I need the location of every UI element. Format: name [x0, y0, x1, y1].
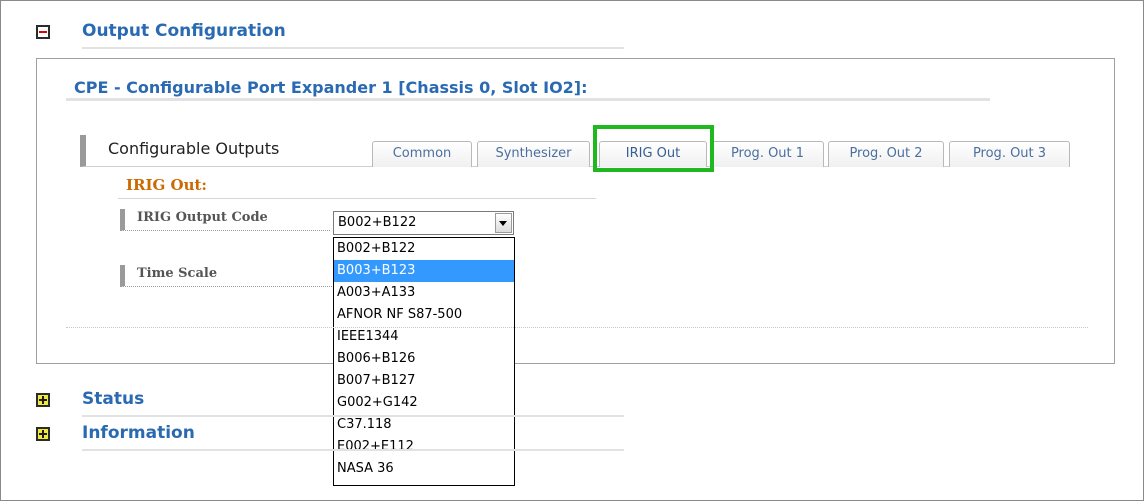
- cpe-title: CPE - Configurable Port Expander 1 [Chas…: [74, 78, 588, 97]
- expand-plus-icon[interactable]: [36, 393, 50, 407]
- section-underline: [82, 47, 624, 49]
- irig-output-code-label: IRIG Output Code: [137, 210, 268, 225]
- chevron-down-icon[interactable]: [495, 213, 512, 233]
- collapse-minus-icon[interactable]: [36, 25, 50, 39]
- active-tab-highlight-box: [593, 125, 714, 172]
- dropdown-option-highlighted[interactable]: B003+B123: [334, 260, 514, 282]
- irig-out-underline: [118, 198, 596, 199]
- section-status[interactable]: Status: [36, 389, 624, 419]
- configurable-outputs-label: Configurable Outputs: [108, 139, 280, 158]
- dropdown-option[interactable]: IEEE1344: [334, 326, 514, 348]
- section-title-information: Information: [82, 423, 195, 443]
- tab-prog-out-2[interactable]: Prog. Out 2: [828, 141, 944, 167]
- irig-output-code-select[interactable]: B002+B122: [333, 211, 514, 235]
- dropdown-option[interactable]: A003+A133: [334, 282, 514, 304]
- irig-output-code-label-box: IRIG Output Code: [120, 209, 330, 231]
- irig-out-title: IRIG Out:: [126, 176, 207, 194]
- expand-plus-icon[interactable]: [36, 427, 50, 441]
- tab-synthesizer[interactable]: Synthesizer: [477, 141, 590, 167]
- cpe-underline: [66, 98, 990, 101]
- time-scale-label: Time Scale: [137, 266, 218, 281]
- dropdown-option[interactable]: B002+B122: [334, 238, 514, 260]
- dropdown-option[interactable]: B007+B127: [334, 370, 514, 392]
- section-underline: [82, 449, 624, 451]
- dropdown-option[interactable]: NASA 36: [334, 458, 514, 480]
- tab-prog-out-3[interactable]: Prog. Out 3: [949, 141, 1070, 167]
- tab-common[interactable]: Common: [372, 141, 472, 167]
- section-output-configuration[interactable]: Output Configuration: [36, 21, 624, 51]
- section-title-output-configuration: Output Configuration: [82, 21, 286, 41]
- section-information[interactable]: Information: [36, 423, 624, 453]
- dropdown-option[interactable]: B006+B126: [334, 348, 514, 370]
- section-underline: [82, 415, 624, 417]
- tab-prog-out-1[interactable]: Prog. Out 1: [711, 141, 824, 167]
- configurable-outputs-header: Configurable Outputs: [80, 135, 370, 167]
- panel-divider: [66, 327, 1088, 329]
- time-scale-label-box: Time Scale: [120, 265, 332, 287]
- section-title-status: Status: [82, 389, 145, 409]
- select-current-value: B002+B122: [338, 215, 417, 230]
- dropdown-option[interactable]: AFNOR NF S87-500: [334, 304, 514, 326]
